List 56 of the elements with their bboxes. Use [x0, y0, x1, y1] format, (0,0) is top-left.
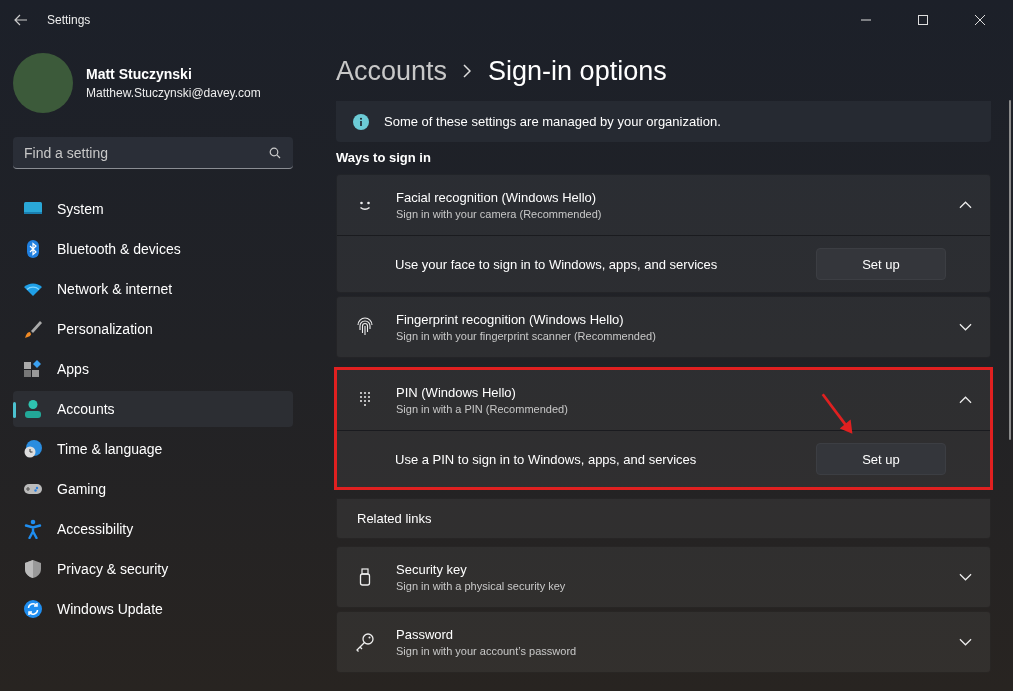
avatar-photo-placeholder	[13, 53, 73, 113]
window-title: Settings	[47, 13, 91, 27]
apps-icon	[23, 359, 43, 379]
set-up-button[interactable]: Set up	[816, 443, 946, 475]
nav-item[interactable]: Windows Update	[13, 591, 293, 627]
option-description: Sign in with a physical security key	[396, 580, 567, 592]
set-up-button[interactable]: Set up	[816, 248, 946, 280]
chevron-up-icon[interactable]	[959, 201, 972, 209]
chevron-right-icon	[463, 64, 472, 78]
search-field[interactable]: Find a setting	[13, 137, 293, 169]
option-title: Facial recognition (Windows Hello)	[396, 190, 598, 205]
option-title: Fingerprint recognition (Windows Hello)	[396, 312, 625, 327]
fingerprint-icon	[355, 317, 375, 337]
option-title: Password	[396, 627, 455, 642]
option-detail-text: Use your face to sign in to Windows, apps, and services	[395, 256, 719, 272]
option-description: Sign in with your account’s password	[396, 645, 578, 657]
back-arrow-icon[interactable]	[14, 14, 28, 26]
option-description: Sign in with a PIN (Recommended)	[396, 403, 569, 415]
chevron-up-icon[interactable]	[959, 396, 972, 404]
user-name: Matt Stuczynski	[86, 66, 193, 82]
page-title: Sign-in options	[488, 55, 667, 87]
option-title: PIN (Windows Hello)	[396, 385, 517, 400]
accessibility-icon	[23, 519, 43, 539]
nav-item[interactable]: System	[13, 191, 293, 227]
breadcrumb-link[interactable]: Accounts	[336, 55, 448, 87]
option-title: Security key	[396, 562, 468, 577]
globe-clock-icon	[23, 439, 43, 459]
search-icon	[269, 147, 281, 159]
chevron-down-icon[interactable]	[959, 573, 972, 581]
option-detail-text: Use a PIN to sign in to Windows, apps, and services	[395, 451, 698, 467]
nav-item[interactable]: Accounts	[13, 391, 293, 427]
option-description: Sign in with your fingerprint scanner (Recommended)	[396, 330, 657, 342]
user-email: Matthew.Stuczynski@davey.com	[86, 86, 261, 100]
nav-item[interactable]: Time & language	[13, 431, 293, 467]
scrollbar-thumb[interactable]	[1009, 100, 1011, 440]
section-heading: Related links	[357, 511, 432, 526]
nav-item[interactable]: Accessibility	[13, 511, 293, 547]
nav-item[interactable]: Gaming	[13, 471, 293, 507]
shield-icon	[23, 559, 43, 579]
info-icon	[353, 113, 369, 130]
chevron-down-icon[interactable]	[959, 638, 972, 646]
section-heading: Ways to sign in	[336, 150, 432, 165]
option-description: Sign in with your camera (Recommended)	[396, 208, 603, 220]
sync-icon	[23, 599, 43, 619]
key-icon	[355, 632, 375, 652]
nav-item[interactable]: Network & internet	[13, 271, 293, 307]
person-icon	[23, 399, 43, 419]
nav-item[interactable]: Apps	[13, 351, 293, 387]
chevron-down-icon[interactable]	[959, 323, 972, 331]
nav-item[interactable]: Personalization	[13, 311, 293, 347]
nav-item[interactable]: Privacy & security	[13, 551, 293, 587]
nav-item[interactable]: Bluetooth & devices	[13, 231, 293, 267]
maximize-icon[interactable]	[918, 15, 928, 25]
close-icon[interactable]	[975, 15, 985, 25]
paintbrush-icon	[23, 319, 43, 339]
info-text: Some of these settings are managed by your organization.	[384, 114, 721, 129]
